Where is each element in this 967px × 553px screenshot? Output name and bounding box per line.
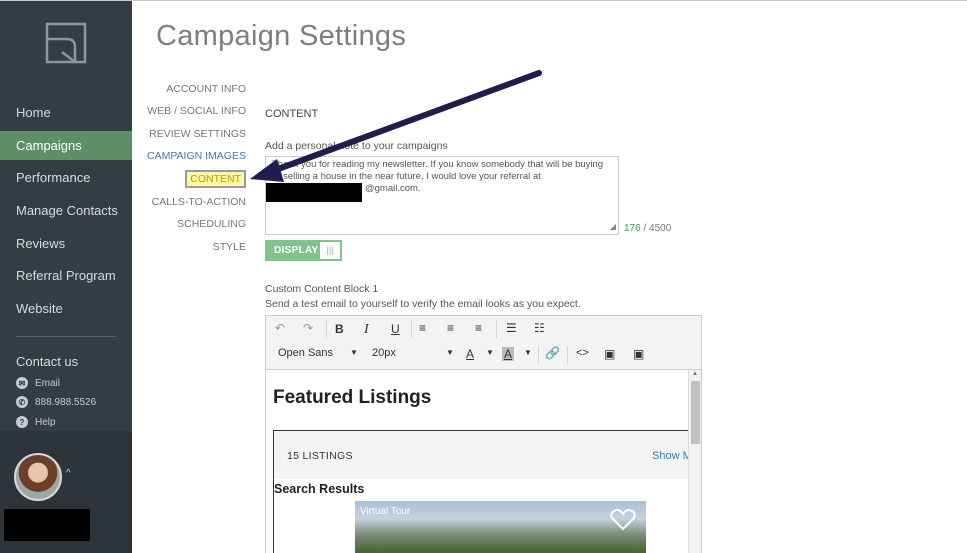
chevron-down-icon[interactable]: ▼ xyxy=(524,348,532,357)
display-toggle[interactable]: DISPLAY ||| xyxy=(265,240,342,261)
page-title: Campaign Settings xyxy=(156,20,407,52)
redacted-email xyxy=(266,183,362,202)
toolbar-separator xyxy=(496,320,497,338)
font-size-select[interactable]: 20px xyxy=(372,347,396,359)
toolbar-separator xyxy=(567,346,568,364)
subnav-web-social-info[interactable]: WEB / SOCIAL INFO xyxy=(147,105,246,117)
rich-text-editor[interactable]: ↶ ↷ B I U ≡ ≡ ≡ ☰ ☷ Open Sans ▼ 20px ▼ A… xyxy=(265,315,702,553)
scrollbar-thumb[interactable] xyxy=(691,381,700,444)
toolbar-separator xyxy=(538,346,539,364)
nav-campaigns[interactable]: Campaigns xyxy=(0,131,132,160)
nav-reviews[interactable]: Reviews xyxy=(0,229,132,258)
text-color-icon[interactable]: A xyxy=(466,347,474,361)
underline-icon[interactable]: U xyxy=(391,322,400,336)
numbered-list-icon[interactable]: ☷ xyxy=(534,321,545,335)
char-limit: / 4500 xyxy=(643,223,672,234)
listing-photo[interactable]: Virtual Tour xyxy=(355,501,646,553)
code-view-icon[interactable]: <> xyxy=(576,347,589,359)
custom-block-title: Custom Content Block 1 xyxy=(265,283,379,295)
sidebar: Home Campaigns Performance Manage Contac… xyxy=(0,1,132,553)
chevron-down-icon[interactable]: ▼ xyxy=(350,348,358,357)
phone-icon: ✆ xyxy=(16,396,28,408)
toolbar-separator xyxy=(326,320,327,338)
align-left-icon[interactable]: ≡ xyxy=(419,321,426,335)
contact-phone-label: 888.988.5526 xyxy=(35,396,97,408)
italic-icon[interactable]: I xyxy=(364,322,369,338)
subnav-content[interactable]: CONTENT xyxy=(185,170,246,188)
search-results-label: Search Results xyxy=(274,482,365,496)
redacted-username xyxy=(4,509,90,541)
note-line-1: Thank you for reading my newsletter. If … xyxy=(272,159,604,170)
chevron-up-icon[interactable]: ^ xyxy=(66,468,71,479)
background-color-icon[interactable]: A xyxy=(502,347,515,361)
image-icon[interactable]: ▣ xyxy=(604,347,615,361)
subnav-scheduling[interactable]: SCHEDULING xyxy=(177,218,246,230)
bullet-list-icon[interactable]: ☰ xyxy=(506,321,517,335)
font-family-select[interactable]: Open Sans xyxy=(278,347,333,359)
nav-manage-contacts[interactable]: Manage Contacts xyxy=(0,196,132,225)
char-count: 176 xyxy=(624,223,641,234)
listing-widget: 15 LISTINGS Show M Search Results Virtua… xyxy=(273,430,694,553)
editor-toolbar: ↶ ↷ B I U ≡ ≡ ≡ ☰ ☷ Open Sans ▼ 20px ▼ A… xyxy=(266,316,701,370)
chevron-down-icon[interactable]: ▼ xyxy=(486,348,494,357)
link-icon[interactable]: 🔗 xyxy=(545,346,560,360)
sidebar-divider xyxy=(16,336,116,337)
contact-phone-link[interactable]: ✆ 888.988.5526 xyxy=(16,396,96,408)
listing-count: 15 LISTINGS xyxy=(287,450,353,462)
redo-icon[interactable]: ↷ xyxy=(303,321,313,335)
editor-content[interactable]: Featured Listings 15 LISTINGS Show M Sea… xyxy=(266,370,701,553)
scroll-up-icon[interactable]: ▲ xyxy=(692,371,698,377)
avatar[interactable] xyxy=(14,453,62,501)
note-line-2: or selling a house in the near future, I… xyxy=(272,171,541,182)
custom-block-subtitle: Send a test email to yourself to verify … xyxy=(265,298,581,310)
contact-help-link[interactable]: ? Help xyxy=(16,416,56,428)
note-label: Add a personal note to your campaigns xyxy=(265,140,448,152)
heart-icon[interactable] xyxy=(610,509,636,536)
undo-icon[interactable]: ↶ xyxy=(275,321,285,335)
char-counter: 176 / 4500 xyxy=(624,223,671,234)
bold-icon[interactable]: B xyxy=(335,322,344,336)
resize-grip-icon[interactable]: ◢ xyxy=(610,221,616,233)
subnav-calls-to-action[interactable]: CALLS-TO-ACTION xyxy=(152,196,246,208)
chevron-down-icon[interactable]: ▼ xyxy=(446,348,454,357)
logo-icon[interactable] xyxy=(45,22,87,64)
contact-email-label: Email xyxy=(35,377,61,389)
toggle-knob-icon: ||| xyxy=(320,242,340,259)
nav-home[interactable]: Home xyxy=(0,98,132,127)
nav-website[interactable]: Website xyxy=(0,294,132,323)
toolbar-separator xyxy=(411,320,412,338)
user-menu[interactable]: ^ xyxy=(0,431,132,553)
contact-title: Contact us xyxy=(16,354,79,369)
email-icon: ✉ xyxy=(16,377,28,389)
subnav-style[interactable]: STYLE xyxy=(213,241,246,253)
help-icon: ? xyxy=(16,416,28,428)
nav-performance[interactable]: Performance xyxy=(0,163,132,192)
section-label: CONTENT xyxy=(265,108,319,120)
featured-heading: Featured Listings xyxy=(273,387,432,408)
align-right-icon[interactable]: ≡ xyxy=(475,321,482,335)
display-toggle-label: DISPLAY xyxy=(274,245,319,256)
subnav-account-info[interactable]: ACCOUNT INFO xyxy=(166,83,246,95)
nav-referral-program[interactable]: Referral Program xyxy=(0,261,132,290)
contact-email-link[interactable]: ✉ Email xyxy=(16,377,60,389)
editor-scrollbar[interactable]: ▲ xyxy=(688,370,701,553)
subnav-review-settings[interactable]: REVIEW SETTINGS xyxy=(149,128,246,140)
contact-help-label: Help xyxy=(35,416,56,428)
photo-caption: Virtual Tour xyxy=(360,506,411,517)
subnav-campaign-images[interactable]: CAMPAIGN IMAGES xyxy=(147,150,246,162)
image-gallery-icon[interactable]: ▣ xyxy=(633,347,644,361)
listing-header: 15 LISTINGS Show M xyxy=(274,431,694,479)
show-more-link[interactable]: Show M xyxy=(652,450,692,462)
align-center-icon[interactable]: ≡ xyxy=(447,321,454,335)
personal-note-textarea[interactable]: Thank you for reading my newsletter. If … xyxy=(265,156,619,235)
